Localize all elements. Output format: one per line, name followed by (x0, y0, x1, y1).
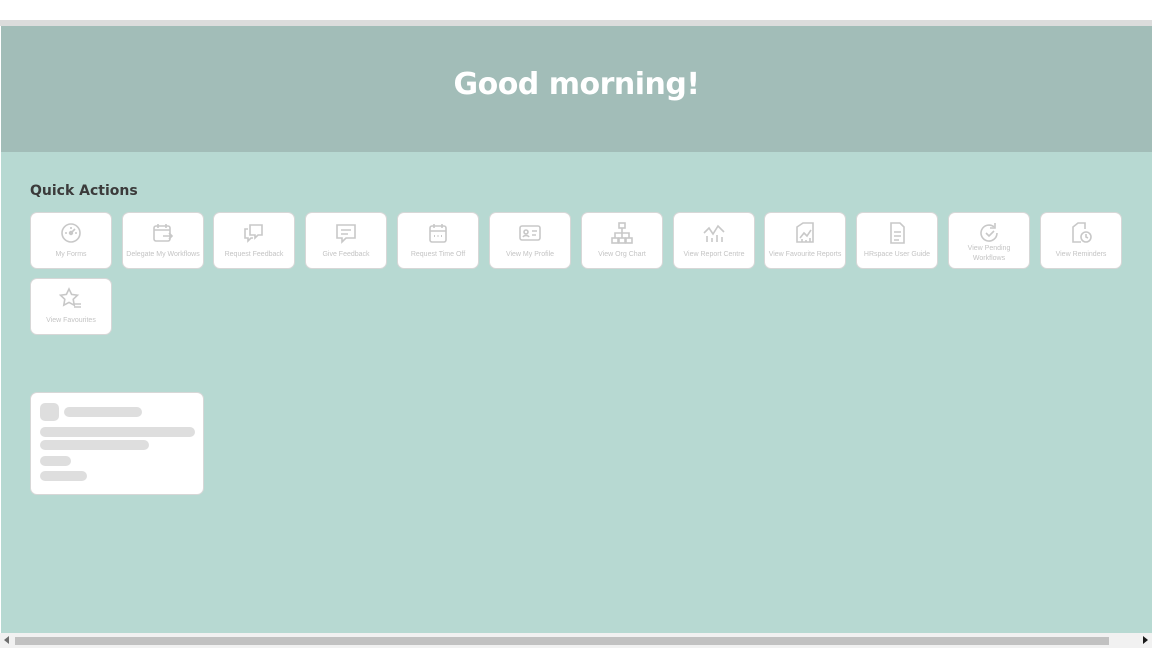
quick-action-delegate-workflows[interactable]: Delegate My Workflows (122, 212, 204, 269)
quick-action-request-feedback[interactable]: Request Feedback (213, 212, 295, 269)
quick-action-view-pending-workflows[interactable]: View Pending Workflows (948, 212, 1030, 269)
scrollbar-thumb[interactable] (15, 637, 1109, 645)
quick-action-view-reminders[interactable]: View Reminders (1040, 212, 1122, 269)
quick-action-give-feedback[interactable]: Give Feedback (305, 212, 387, 269)
quick-action-label: Delegate My Workflows (126, 251, 200, 258)
report-chart-icon (793, 221, 817, 245)
quick-action-request-time-off[interactable]: Request Time Off (397, 212, 479, 269)
document-icon (885, 221, 909, 245)
calendar-icon (426, 221, 450, 245)
quick-action-label: View My Profile (505, 251, 555, 258)
quick-action-view-favourites[interactable]: View Favourites (30, 278, 112, 335)
horizontal-scrollbar[interactable] (0, 633, 1152, 648)
quick-action-user-guide[interactable]: HRspace User Guide (856, 212, 938, 269)
line-chart-icon (702, 221, 726, 245)
quick-action-label: View Org Chart (598, 251, 646, 258)
comment-icon (334, 221, 358, 245)
quick-action-label: Request Time Off (410, 251, 466, 258)
browser-top-area (0, 0, 1152, 20)
scroll-left-icon[interactable] (4, 636, 9, 644)
quick-action-label: Request Feedback (224, 251, 284, 258)
scroll-right-icon[interactable] (1143, 636, 1148, 644)
org-chart-icon (610, 221, 634, 245)
quick-action-label: View Favourites (46, 317, 96, 324)
quick-action-label: HRspace User Guide (863, 251, 931, 258)
quick-action-view-org-chart[interactable]: View Org Chart (581, 212, 663, 269)
refresh-icon (977, 221, 1001, 245)
skeleton-line (40, 471, 87, 481)
chat-bubbles-icon (242, 221, 266, 245)
quick-action-view-report-centre[interactable]: View Report Centre (673, 212, 755, 269)
skeleton-line (40, 456, 71, 466)
quick-action-my-forms[interactable]: My Forms (30, 212, 112, 269)
id-card-icon (518, 221, 542, 245)
skeleton-line (40, 440, 149, 450)
greeting-banner: Good morning! (1, 26, 1152, 152)
calendar-arrow-icon (151, 221, 175, 245)
skeleton-line (40, 427, 195, 437)
reminder-icon (1069, 221, 1093, 245)
quick-action-label: Give Feedback (322, 251, 370, 258)
quick-action-label: View Reminders (1055, 251, 1107, 258)
star-list-icon (59, 287, 83, 311)
quick-action-label: My Forms (55, 251, 87, 258)
quick-action-label: View Pending Workflows (967, 245, 1011, 262)
quick-action-view-favourite-reports[interactable]: View Favourite Reports (764, 212, 846, 269)
home-page: Good morning! Quick Actions My Forms Del… (1, 26, 1152, 633)
skeleton-avatar (40, 403, 59, 421)
quick-action-label: View Favourite Reports (768, 251, 842, 258)
quick-action-label: View Report Centre (683, 251, 745, 258)
quick-action-view-my-profile[interactable]: View My Profile (489, 212, 571, 269)
quick-actions-title: Quick Actions (30, 183, 138, 199)
greeting-title: Good morning! (453, 67, 700, 102)
loading-placeholder-card (30, 392, 204, 495)
gauge-icon (59, 221, 83, 245)
skeleton-title (64, 407, 142, 417)
